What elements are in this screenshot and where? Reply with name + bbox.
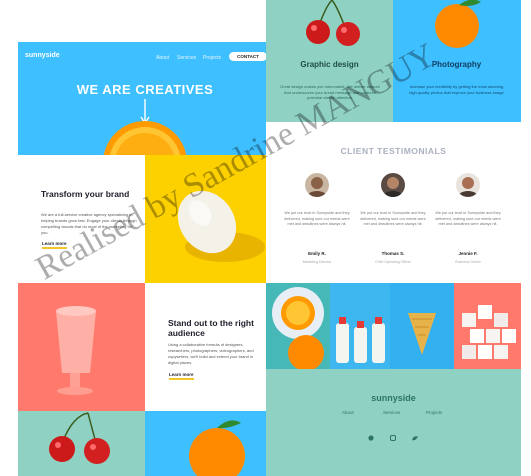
gallery-milk-bottles: [330, 283, 390, 369]
testimonial-role: Business Owner: [455, 260, 481, 264]
testimonial-quote: We put our trust in Sunnyside and they d…: [284, 211, 350, 226]
nav-services[interactable]: Services: [177, 55, 196, 61]
egg-image: [145, 155, 272, 283]
avatar: [381, 173, 405, 197]
orange-slice-image: [103, 121, 187, 155]
transform-text: We are a full-service creative agency sp…: [41, 212, 137, 235]
gallery-orange-plate: [266, 283, 330, 369]
avatar: [456, 173, 480, 197]
orange-illustration: [435, 0, 481, 48]
person-icon: [307, 177, 327, 197]
egg-illustration: [177, 190, 265, 262]
footer-nav-services[interactable]: Services: [383, 410, 400, 415]
cherries-illustration: [306, 0, 360, 46]
graphic-design-text: Great design makes you memorable. We del…: [280, 84, 380, 100]
standout-title: Stand out to the right audience: [168, 318, 254, 338]
testimonial-quote: We put our trust in Sunnyside and they d…: [435, 211, 501, 226]
cup-illustration: [56, 306, 96, 395]
person-icon: [383, 177, 403, 197]
orange-illustration: [189, 420, 245, 476]
sugar-cubes-illustration: [462, 305, 516, 359]
learn-more-link[interactable]: Learn more: [169, 372, 194, 380]
testimonial-quote: We put our trust in Sunnyside and they d…: [360, 211, 426, 226]
photography-title: Photography: [431, 60, 482, 69]
twitter-icon[interactable]: [412, 435, 418, 441]
photography-section: Photography Increase your credibility by…: [393, 0, 521, 122]
landing-page-preview-right: Graphic design Great design makes you me…: [266, 0, 521, 476]
photography-text: Increase your credibility by getting the…: [409, 84, 505, 95]
cherries-image: [18, 411, 145, 476]
contact-button[interactable]: CONTACT: [229, 52, 267, 61]
gallery-sugar-cubes: [454, 283, 521, 369]
standout-section: Stand out to the right audience Using a …: [145, 283, 272, 411]
transform-title: Transform your brand: [41, 189, 130, 199]
learn-more-link[interactable]: Learn more: [42, 241, 67, 249]
site-logo[interactable]: sunnyside: [25, 52, 60, 59]
milk-bottles-illustration: [336, 317, 385, 363]
nav-projects[interactable]: Projects: [203, 55, 221, 61]
footer-logo[interactable]: sunnyside: [266, 393, 521, 403]
hero-title: WE ARE CREATIVES: [76, 82, 214, 97]
footer: sunnyside About Services Projects: [266, 369, 521, 476]
avatar: [305, 173, 329, 197]
testimonial-name: Jennie F.: [458, 251, 478, 256]
footer-nav-projects[interactable]: Projects: [426, 410, 442, 415]
instagram-icon[interactable]: [390, 435, 396, 441]
cherries-illustration: [49, 412, 110, 464]
testimonials-title: CLIENT TESTIMONIALS: [340, 146, 447, 156]
graphic-design-title: Graphic design: [300, 60, 359, 69]
cup-image: [18, 283, 145, 411]
facebook-icon[interactable]: [368, 435, 374, 441]
gallery-ice-cream-cone: [390, 283, 454, 369]
testimonial-role: Marketing Director: [302, 260, 332, 264]
testimonial-name: Emily R.: [308, 251, 326, 256]
person-icon: [458, 177, 478, 197]
testimonial-name: Thomas S.: [381, 251, 405, 256]
nav-about[interactable]: About: [156, 55, 169, 61]
transform-section: Transform your brand We are a full-servi…: [18, 155, 145, 283]
testimonial-role: Chief Operating Officer: [375, 260, 411, 264]
orange-image: [145, 411, 272, 476]
orange-plate-illustration: [272, 287, 324, 369]
hero-section: sunnyside About Services Projects CONTAC…: [18, 42, 272, 155]
landing-page-preview-left: sunnyside About Services Projects CONTAC…: [18, 42, 272, 476]
footer-nav-about[interactable]: About: [342, 410, 354, 415]
ice-cream-cone-illustration: [408, 313, 436, 355]
graphic-design-section: Graphic design Great design makes you me…: [266, 0, 393, 122]
standout-text: Using a collaborative formula of designe…: [168, 342, 254, 365]
